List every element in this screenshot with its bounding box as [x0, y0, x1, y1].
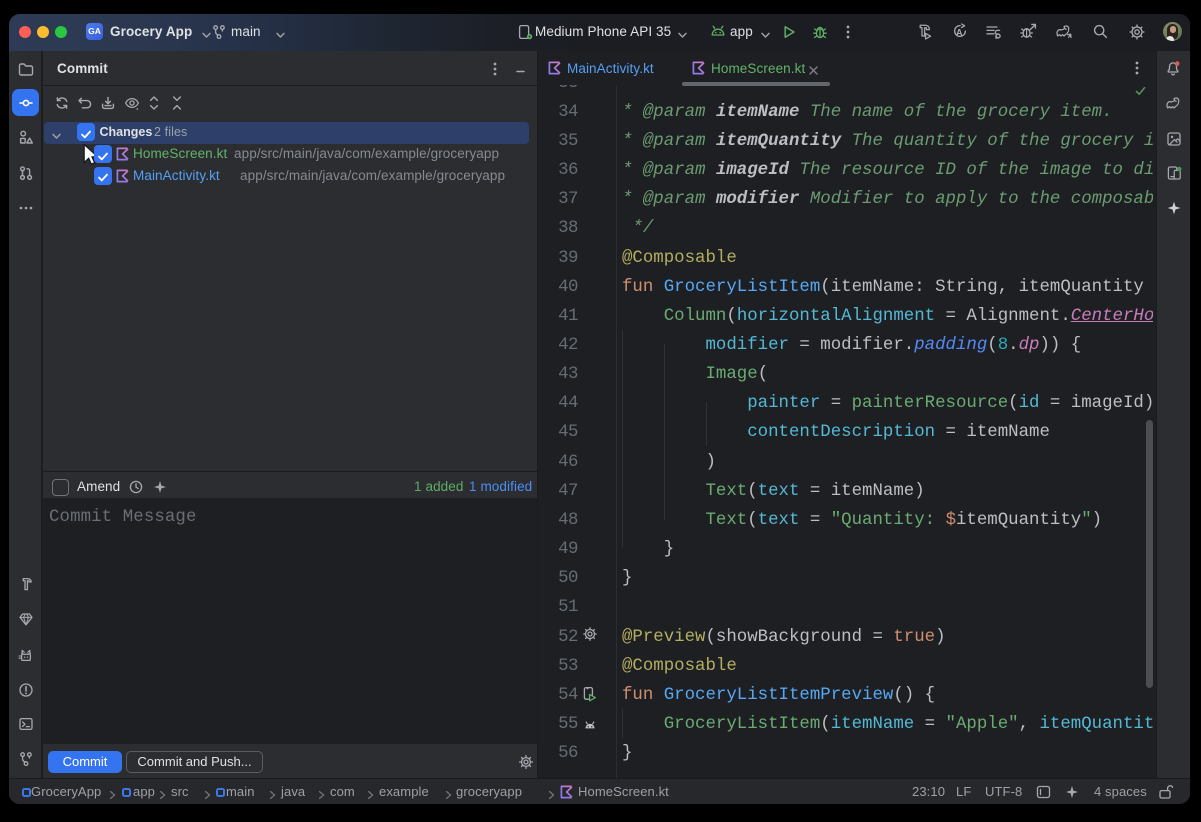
svg-text:A: A — [956, 28, 963, 38]
